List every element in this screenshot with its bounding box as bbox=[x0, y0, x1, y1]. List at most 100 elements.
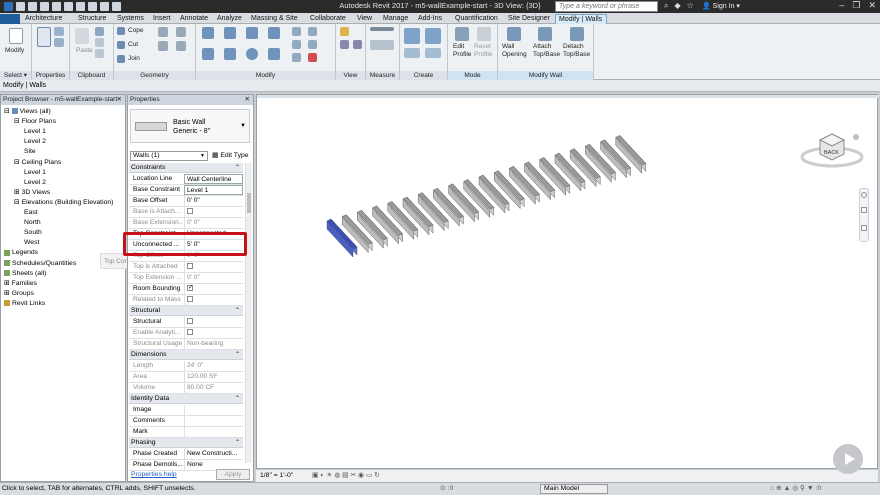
tree-item[interactable]: ⊟ Views (all) bbox=[4, 107, 51, 116]
join-button[interactable]: Join bbox=[128, 55, 140, 62]
detach-icon[interactable] bbox=[570, 27, 584, 41]
apply-button[interactable]: Apply bbox=[216, 469, 250, 480]
tab-collaborate[interactable]: Collaborate bbox=[307, 14, 353, 24]
property-value[interactable] bbox=[184, 317, 243, 327]
collapse-icon[interactable]: ⌃ bbox=[235, 163, 240, 173]
tree-item[interactable]: Legends bbox=[4, 248, 38, 257]
expand-icon[interactable]: ⊞ bbox=[4, 290, 12, 297]
wall-array[interactable] bbox=[257, 95, 879, 470]
tab-view[interactable]: View bbox=[354, 14, 379, 24]
paint-icon[interactable] bbox=[158, 41, 168, 51]
steering-wheel-icon[interactable] bbox=[861, 192, 867, 198]
tree-item[interactable]: ⊟ Floor Plans bbox=[14, 117, 56, 126]
mirror-draw-icon[interactable] bbox=[268, 27, 280, 39]
property-section[interactable]: Identity Data ⌃ bbox=[129, 394, 243, 404]
tab-quantification[interactable]: Quantification bbox=[452, 14, 504, 24]
tree-item[interactable]: Site bbox=[24, 147, 36, 156]
dimension-icon[interactable] bbox=[370, 40, 394, 50]
tree-item[interactable]: Sheets (all) bbox=[4, 269, 46, 278]
offset-icon[interactable] bbox=[224, 27, 236, 39]
properties-help-link[interactable]: Properties help bbox=[131, 471, 177, 478]
measure-icon[interactable] bbox=[370, 27, 394, 31]
checkbox[interactable] bbox=[187, 318, 193, 325]
property-section[interactable]: Structural ⌃ bbox=[129, 306, 243, 316]
tree-item[interactable]: ⊞ Groups bbox=[4, 289, 34, 298]
file-tab[interactable] bbox=[0, 14, 20, 24]
reset-profile-icon[interactable] bbox=[477, 27, 491, 41]
tree-item[interactable]: ⊞ 3D Views bbox=[14, 188, 50, 197]
cut-button[interactable]: Cut bbox=[128, 41, 138, 48]
tab-massing-site[interactable]: Massing & Site bbox=[248, 14, 306, 24]
override-icon[interactable] bbox=[340, 27, 349, 36]
mirror-axis-icon[interactable] bbox=[246, 27, 258, 39]
collapse-icon[interactable]: ⌃ bbox=[235, 306, 240, 316]
tree-item[interactable]: West bbox=[24, 238, 39, 247]
property-section[interactable]: Constraints ⌃ bbox=[129, 163, 243, 173]
rotate-icon[interactable] bbox=[246, 48, 258, 60]
type-properties-icon[interactable] bbox=[54, 27, 64, 36]
tree-item[interactable]: North bbox=[24, 218, 41, 227]
create-group-icon[interactable] bbox=[425, 28, 441, 44]
trim-icon[interactable] bbox=[268, 48, 280, 60]
property-value[interactable]: New Constructi... bbox=[184, 449, 243, 459]
home-icon[interactable] bbox=[853, 134, 859, 140]
tab-site-designer[interactable]: Site Designer bbox=[505, 14, 554, 24]
array-icon[interactable] bbox=[292, 40, 301, 49]
binoculars-icon[interactable]: ⌕ bbox=[664, 1, 668, 11]
match-properties-icon[interactable] bbox=[95, 49, 104, 58]
copy-icon[interactable] bbox=[95, 27, 104, 36]
property-value[interactable]: 0' 0" bbox=[184, 196, 243, 206]
selection-filters-icon[interactable]: ⌂ ⊕ ▲ ◎ ⚲ ▼ :0 bbox=[770, 483, 821, 495]
modify-button[interactable]: Modify bbox=[5, 47, 24, 54]
property-value[interactable]: Level 1 bbox=[184, 185, 243, 195]
close-icon[interactable]: ✕ bbox=[117, 95, 122, 105]
cope-icon[interactable] bbox=[117, 27, 125, 35]
tree-item[interactable]: East bbox=[24, 208, 38, 217]
zoom-region-icon[interactable] bbox=[861, 225, 867, 231]
tab-architecture[interactable]: Architecture bbox=[22, 14, 74, 24]
close-icon[interactable]: ✕ bbox=[245, 95, 250, 105]
property-value[interactable] bbox=[184, 405, 243, 415]
properties-icon[interactable] bbox=[37, 27, 51, 47]
expand-icon[interactable]: ⊞ bbox=[14, 189, 22, 196]
checkbox[interactable] bbox=[187, 285, 193, 292]
zoom-icon[interactable] bbox=[861, 207, 867, 213]
property-section[interactable]: Phasing ⌃ bbox=[129, 438, 243, 448]
demolish-icon[interactable] bbox=[176, 41, 186, 51]
collapse-icon[interactable]: ⊟ bbox=[14, 159, 22, 166]
detach-button[interactable]: Detach Top/Base bbox=[563, 43, 590, 59]
similar-icon[interactable] bbox=[425, 48, 441, 58]
tree-item[interactable]: Schedules/Quantities bbox=[4, 259, 76, 268]
tree-item[interactable]: Level 2 bbox=[24, 137, 46, 146]
tree-item[interactable]: ⊞ Families bbox=[4, 279, 37, 288]
design-option-dropdown[interactable]: Main Model bbox=[540, 484, 608, 494]
restore-icon[interactable]: ❐ bbox=[852, 0, 860, 11]
cope-button[interactable]: Cope bbox=[128, 27, 144, 34]
cut-icon[interactable] bbox=[95, 38, 104, 47]
tab-analyze[interactable]: Analyze bbox=[214, 14, 247, 24]
edit-profile-icon[interactable] bbox=[455, 27, 469, 41]
navigation-bar[interactable] bbox=[859, 188, 869, 242]
tab-manage[interactable]: Manage bbox=[380, 14, 414, 24]
tab-structure[interactable]: Structure bbox=[75, 14, 113, 24]
align-icon[interactable] bbox=[202, 27, 214, 39]
delete-icon[interactable] bbox=[308, 53, 317, 62]
minimize-icon[interactable]: – bbox=[839, 0, 844, 11]
collapse-icon[interactable]: ⌃ bbox=[235, 438, 240, 448]
type-selector[interactable]: Basic Wall Generic - 8" ▼ bbox=[130, 109, 250, 143]
collapse-icon[interactable]: ⌃ bbox=[235, 350, 240, 360]
subscription-icon[interactable]: ◆ bbox=[674, 1, 680, 11]
tree-item[interactable]: Revit Links bbox=[4, 299, 45, 308]
tree-item[interactable]: ⊟ Elevations (Building Elevation) bbox=[14, 198, 113, 207]
collapse-icon[interactable]: ⊟ bbox=[14, 118, 22, 125]
split-icon[interactable] bbox=[292, 27, 301, 36]
property-value[interactable]: Wall Centerline bbox=[184, 174, 243, 184]
scroll-thumb[interactable] bbox=[247, 193, 251, 213]
join-icon[interactable] bbox=[117, 55, 125, 63]
tree-item[interactable]: ⊟ Ceiling Plans bbox=[14, 158, 61, 167]
collapse-icon[interactable]: ⊟ bbox=[4, 108, 12, 115]
edit-profile-button[interactable]: Edit Profile bbox=[453, 43, 471, 59]
paste-icon[interactable] bbox=[75, 28, 89, 44]
tab-systems[interactable]: Systems bbox=[114, 14, 150, 24]
scale-icon[interactable] bbox=[292, 53, 301, 62]
